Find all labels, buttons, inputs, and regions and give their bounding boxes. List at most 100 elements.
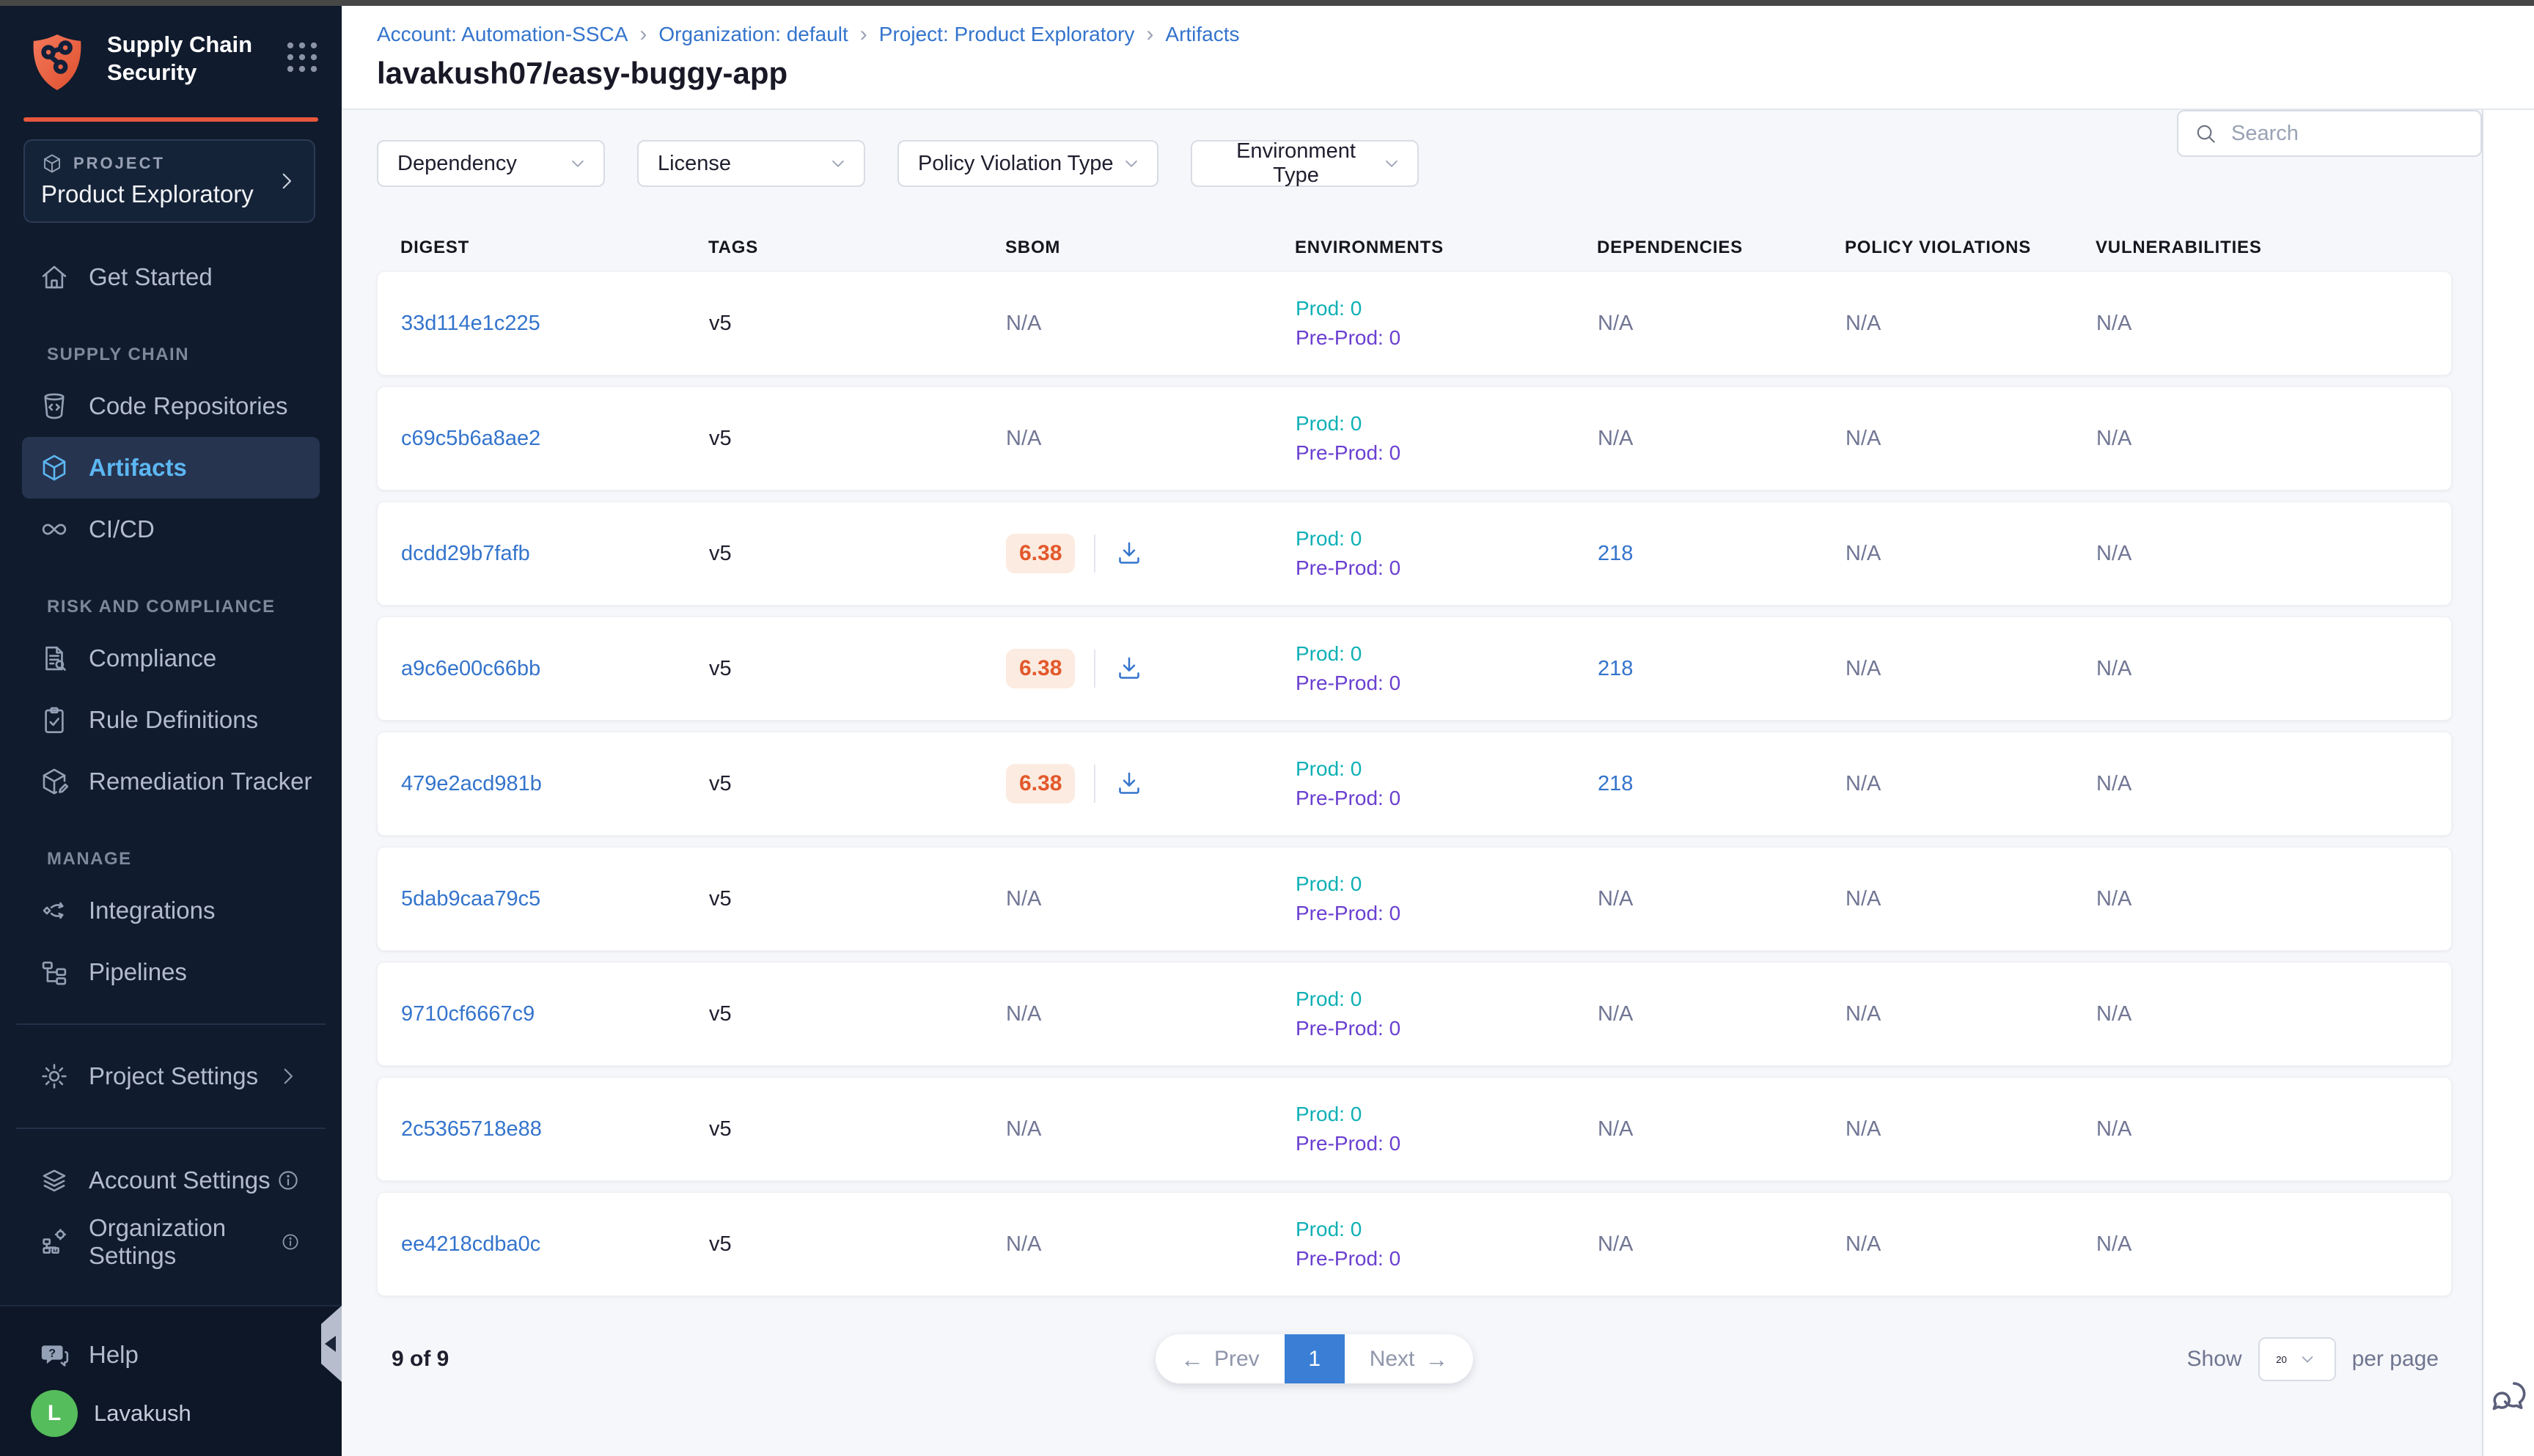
per-page-label: per page <box>2352 1347 2439 1372</box>
project-selector[interactable]: PROJECT Product Exploratory <box>23 139 315 223</box>
sidebar-bottom: ? Help L Lavakush <box>0 1305 342 1456</box>
sidebar-item-ci-cd[interactable]: CI/CD <box>22 499 320 560</box>
download-sbom-button[interactable] <box>1114 654 1144 683</box>
breadcrumb-link-project-product-exploratory[interactable]: Project: Product Exploratory <box>879 23 1135 46</box>
digest-link[interactable]: a9c6e00c66bb <box>401 657 540 680</box>
sidebar-item-label: Project Settings <box>89 1062 258 1090</box>
digest-link[interactable]: ee4218cdba0c <box>401 1232 540 1256</box>
vulnerabilities-value: N/A <box>2096 1232 2131 1256</box>
env-prod-count[interactable]: Prod: 0 <box>1296 297 1598 320</box>
env-preprod-count[interactable]: Pre-Prod: 0 <box>1296 1132 1598 1155</box>
filter-select-environment-type[interactable]: Environment Type <box>1191 140 1419 187</box>
sbom-cell: 6.38 <box>1006 534 1296 573</box>
help-label: Help <box>89 1341 139 1369</box>
env-preprod-count[interactable]: Pre-Prod: 0 <box>1296 556 1598 580</box>
sidebar-item-get-started[interactable]: Get Started <box>22 246 320 308</box>
breadcrumb-separator-icon: › <box>639 22 647 47</box>
search-input[interactable] <box>2231 122 2466 146</box>
chevron-down-icon <box>2297 1349 2318 1369</box>
policy-violations-cell: N/A <box>1846 427 2096 451</box>
dependencies-value: N/A <box>1598 1117 1633 1141</box>
sidebar-item-remediation-tracker[interactable]: Remediation Tracker <box>22 751 320 812</box>
env-preprod-count[interactable]: Pre-Prod: 0 <box>1296 326 1598 350</box>
pagination-summary: 9 of 9 <box>392 1347 449 1372</box>
env-preprod-count[interactable]: Pre-Prod: 0 <box>1296 787 1598 810</box>
env-preprod-count[interactable]: Pre-Prod: 0 <box>1296 902 1598 925</box>
digest-link[interactable]: 33d114e1c225 <box>401 312 540 335</box>
env-prod-count[interactable]: Prod: 0 <box>1296 872 1598 896</box>
sidebar-item-project-settings[interactable]: Project Settings <box>22 1045 320 1107</box>
env-preprod-count[interactable]: Pre-Prod: 0 <box>1296 1247 1598 1271</box>
digest-cell: 479e2acd981b <box>401 772 709 796</box>
next-page-button[interactable]: Next → <box>1345 1334 1474 1383</box>
tags-cell: v5 <box>709 427 1006 451</box>
filter-select-policy-violation-type[interactable]: Policy Violation Type <box>897 140 1158 187</box>
dependencies-count-link[interactable]: 218 <box>1598 772 1633 795</box>
filter-select-dependency[interactable]: Dependency <box>377 140 605 187</box>
module-grid-icon[interactable] <box>283 38 321 76</box>
sidebar-item-code-repositories[interactable]: Code Repositories <box>22 375 320 437</box>
show-label: Show <box>2187 1347 2242 1372</box>
sbom-score-badge: 6.38 <box>1006 764 1075 804</box>
download-sbom-button[interactable] <box>1114 769 1144 798</box>
digest-link[interactable]: 9710cf6667c9 <box>401 1002 535 1026</box>
env-prod-count[interactable]: Prod: 0 <box>1296 988 1598 1011</box>
policy-violations-cell: N/A <box>1846 1002 2096 1026</box>
breadcrumb-link-organization-default[interactable]: Organization: default <box>658 23 848 46</box>
filter-label: Policy Violation Type <box>918 152 1114 176</box>
digest-link[interactable]: 2c5365718e88 <box>401 1117 542 1141</box>
window-top-strip <box>0 0 2534 6</box>
filter-select-license[interactable]: License <box>637 140 865 187</box>
sidebar-item-organization-settings[interactable]: Organization Settings <box>22 1211 320 1273</box>
vulnerabilities-cell: N/A <box>2096 542 2428 566</box>
integrations-icon <box>39 895 70 926</box>
table-row: c69c5b6a8ae2v5N/AProd: 0Pre-Prod: 0N/AN/… <box>377 386 2452 490</box>
vulnerabilities-cell: N/A <box>2096 1232 2428 1257</box>
env-prod-count[interactable]: Prod: 0 <box>1296 1103 1598 1126</box>
tag-value: v5 <box>709 887 732 911</box>
sidebar-item-artifacts[interactable]: Artifacts <box>22 437 320 499</box>
sidebar-item-integrations[interactable]: Integrations <box>22 880 320 941</box>
vulnerabilities-cell: N/A <box>2096 1002 2428 1026</box>
vulnerabilities-value: N/A <box>2096 1117 2131 1141</box>
sidebar-item-rule-definitions[interactable]: Rule Definitions <box>22 689 320 751</box>
feedback-chat-icon[interactable] <box>2488 1375 2530 1418</box>
env-preprod-count[interactable]: Pre-Prod: 0 <box>1296 1017 1598 1040</box>
env-preprod-count[interactable]: Pre-Prod: 0 <box>1296 441 1598 465</box>
policy-violations-value: N/A <box>1846 312 1881 335</box>
policy-violations-cell: N/A <box>1846 1232 2096 1257</box>
digest-link[interactable]: c69c5b6a8ae2 <box>401 427 540 450</box>
dependencies-count-link[interactable]: 218 <box>1598 657 1633 680</box>
dependencies-value: N/A <box>1598 887 1633 911</box>
sbom-cell: 6.38 <box>1006 764 1296 804</box>
environments-cell: Prod: 0 Pre-Prod: 0 <box>1296 527 1598 580</box>
sidebar-item-help[interactable]: ? Help <box>0 1326 342 1384</box>
digest-link[interactable]: dcdd29b7fafb <box>401 542 530 565</box>
env-prod-count[interactable]: Prod: 0 <box>1296 527 1598 551</box>
dependencies-count-link[interactable]: 218 <box>1598 542 1633 565</box>
sidebar-logo-row: Supply Chain Security <box>0 0 342 98</box>
sidebar-item-pipelines[interactable]: Pipelines <box>22 941 320 1003</box>
sidebar-item-label: Pipelines <box>89 958 187 986</box>
env-preprod-count[interactable]: Pre-Prod: 0 <box>1296 672 1598 695</box>
env-prod-count[interactable]: Prod: 0 <box>1296 642 1598 666</box>
download-sbom-button[interactable] <box>1114 539 1144 568</box>
sidebar-item-compliance[interactable]: Compliance <box>22 628 320 689</box>
tags-cell: v5 <box>709 1117 1006 1141</box>
breadcrumb-link-artifacts[interactable]: Artifacts <box>1165 23 1239 46</box>
digest-link[interactable]: 5dab9caa79c5 <box>401 887 540 911</box>
breadcrumb-link-account-automation-ssca[interactable]: Account: Automation-SSCA <box>377 23 628 46</box>
prev-page-button[interactable]: ← Prev <box>1156 1334 1285 1383</box>
column-header-environments: ENVIRONMENTS <box>1295 238 1597 258</box>
sidebar-item-account-settings[interactable]: Account Settings <box>22 1150 320 1211</box>
env-prod-count[interactable]: Prod: 0 <box>1296 412 1598 435</box>
env-prod-count[interactable]: Prod: 0 <box>1296 757 1598 781</box>
current-page-button[interactable]: 1 <box>1285 1334 1345 1383</box>
collapse-left-arrow-icon <box>325 1336 336 1352</box>
policy-violations-value: N/A <box>1846 772 1881 795</box>
sidebar-item-user-profile[interactable]: L Lavakush <box>0 1384 342 1443</box>
digest-link[interactable]: 479e2acd981b <box>401 772 542 795</box>
page-size-select[interactable]: 20 <box>2258 1337 2336 1381</box>
tag-value: v5 <box>709 542 732 565</box>
env-prod-count[interactable]: Prod: 0 <box>1296 1218 1598 1241</box>
